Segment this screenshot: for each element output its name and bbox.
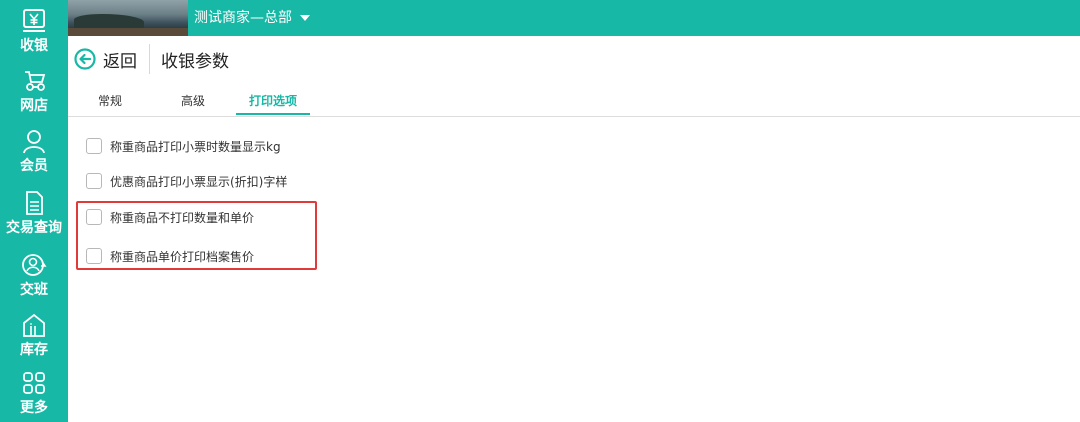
option-weighted-qty-kg[interactable]: 称重商品打印小票时数量显示kg (86, 135, 281, 157)
sidebar-item-label: 会员 (20, 158, 48, 174)
top-bar: 测试商家—总部 (68, 0, 1080, 36)
banner-shore (68, 28, 188, 36)
checkbox[interactable] (86, 138, 102, 154)
sidebar-item-member[interactable]: 会员 (0, 122, 68, 182)
sidebar-item-transactions[interactable]: 交易查询 (0, 184, 68, 244)
store-selector[interactable]: 测试商家—总部 (194, 0, 310, 36)
sidebar-item-inventory[interactable]: 库存 (0, 306, 68, 366)
sidebar-item-label: 网店 (20, 98, 48, 114)
option-discount-label[interactable]: 优惠商品打印小票显示(折扣)字样 (86, 170, 287, 192)
warehouse-icon (23, 313, 45, 337)
document-icon (26, 191, 43, 215)
active-tab-indicator (236, 113, 310, 115)
sidebar: 收银 网店 会员 交易查询 交班 库存 更多 (0, 0, 68, 422)
sidebar-item-label: 交班 (20, 282, 48, 298)
online-store-icon (25, 71, 46, 91)
header-divider (149, 44, 150, 74)
page-title: 收银参数 (161, 52, 229, 72)
checkbox[interactable] (86, 248, 102, 264)
back-button[interactable]: 返回 (74, 45, 137, 73)
yen-register-icon (23, 9, 45, 32)
grid-more-icon (23, 372, 45, 394)
banner-hill (74, 14, 144, 28)
tab-bar: 常规 高级 打印选项 (68, 82, 1080, 117)
checkbox[interactable] (86, 209, 102, 225)
sidebar-item-shift[interactable]: 交班 (0, 246, 68, 306)
back-label: 返回 (103, 51, 137, 72)
sidebar-item-label: 库存 (20, 342, 48, 358)
option-label: 优惠商品打印小票显示(折扣)字样 (110, 174, 288, 189)
sidebar-item-label: 收银 (20, 38, 48, 54)
option-weighted-archive-price[interactable]: 称重商品单价打印档案售价 (86, 245, 254, 267)
back-arrow-icon (74, 48, 96, 70)
sidebar-item-label: 更多 (20, 400, 48, 416)
store-banner-image (68, 0, 188, 36)
page-header: 返回 收银参数 (68, 36, 1080, 82)
store-name: 测试商家—总部 (194, 10, 292, 26)
sidebar-item-online-store[interactable]: 网店 (0, 62, 68, 122)
sidebar-item-more[interactable]: 更多 (0, 364, 68, 422)
option-label: 称重商品不打印数量和单价 (110, 210, 255, 225)
option-weighted-no-qty-price[interactable]: 称重商品不打印数量和单价 (86, 206, 254, 228)
caret-down-icon (300, 15, 310, 21)
member-icon (23, 130, 45, 154)
checkbox[interactable] (86, 173, 102, 189)
sidebar-item-cashier[interactable]: 收银 (0, 2, 68, 62)
tab-advanced[interactable]: 高级 (181, 92, 205, 109)
tab-general[interactable]: 常规 (98, 92, 122, 109)
sidebar-item-label: 交易查询 (6, 220, 62, 236)
option-label: 称重商品打印小票时数量显示kg (110, 139, 281, 154)
app-window: 收银 网店 会员 交易查询 交班 库存 更多 测试商家—总部 返回 收银参数 常… (0, 0, 1080, 422)
shift-handover-icon (22, 254, 47, 276)
option-label: 称重商品单价打印档案售价 (110, 249, 255, 264)
tab-print-options[interactable]: 打印选项 (249, 92, 297, 109)
